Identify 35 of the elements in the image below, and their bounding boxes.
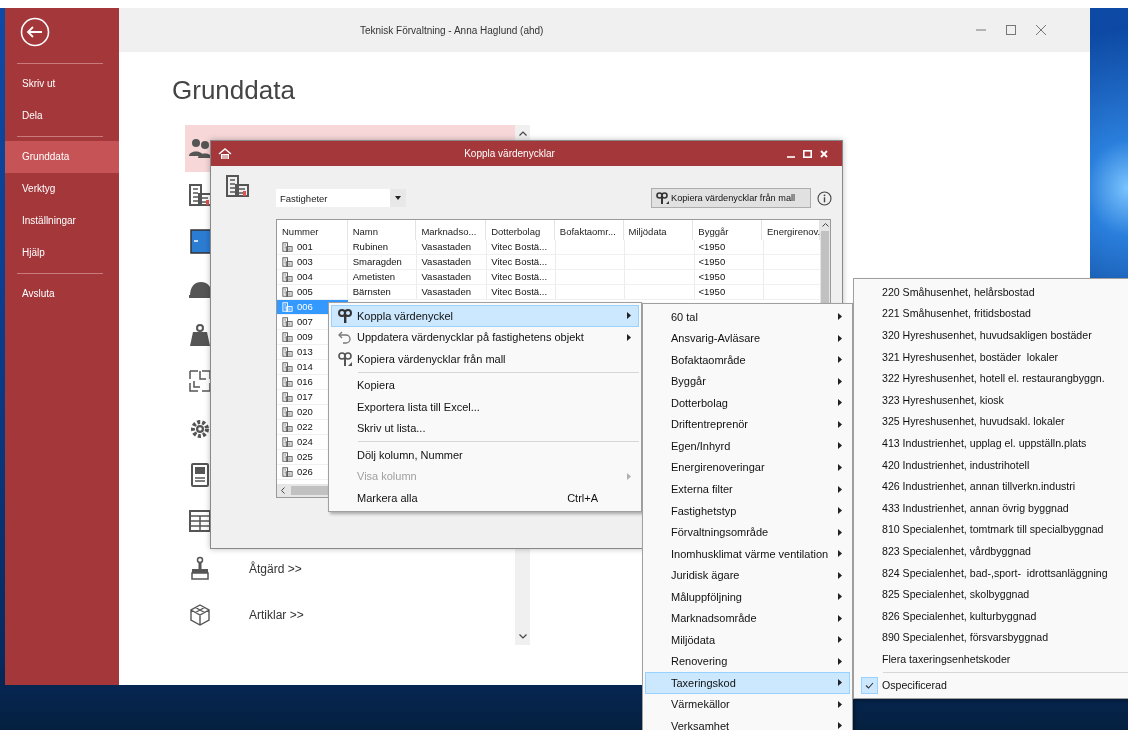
- table-cell: 001: [297, 240, 313, 254]
- table-cell-text: Vitec Bostä...: [490, 240, 549, 254]
- table-cell-text: Bärnsten: [351, 285, 392, 299]
- table-cell-text: Vasastaden: [420, 255, 472, 269]
- table-cell-text: Smaragden: [351, 255, 403, 269]
- table-cell: 014: [297, 360, 313, 374]
- window-title: Teknisk Förvaltning - Anna Haglund (ahd): [360, 24, 545, 36]
- table-cell: 009: [297, 330, 313, 344]
- table-cell-text: Vasastaden: [420, 240, 472, 254]
- table-cell: 017: [297, 390, 313, 404]
- table-cell: 003: [297, 255, 313, 269]
- table-cell: 022: [297, 420, 313, 434]
- page-heading: Grunddata: [172, 74, 296, 106]
- table-cell: 025: [297, 450, 313, 464]
- table-cell: 005: [297, 285, 313, 299]
- table-cell-text: <1950: [697, 255, 727, 269]
- table-cell: 004: [297, 270, 313, 284]
- table-cell-text: Vitec Bostä...: [490, 270, 549, 284]
- table-cell: 007: [297, 315, 313, 329]
- table-cell: 006: [297, 300, 313, 314]
- table-cell-text: Vasastaden: [420, 285, 472, 299]
- table-cell: 024: [297, 435, 313, 449]
- dialog-title: Koppla värdenycklar: [463, 148, 556, 159]
- table-cell-text: Rubinen: [351, 240, 390, 254]
- table-cell: 020: [297, 405, 313, 419]
- table-cell: 026: [297, 465, 313, 479]
- table-cell: 016: [297, 375, 313, 389]
- table-cell-text: <1950: [697, 270, 727, 284]
- table-cell: 013: [297, 345, 313, 359]
- table-cell-text: <1950: [697, 240, 727, 254]
- table-cell-text: Vasastaden: [420, 270, 472, 284]
- table-cell-text: <1950: [697, 285, 727, 299]
- table-cell-text: Vitec Bostä...: [490, 255, 549, 269]
- table-cell-text: Vitec Bostä...: [490, 285, 549, 299]
- table-cell-text: Ametisten: [351, 270, 396, 284]
